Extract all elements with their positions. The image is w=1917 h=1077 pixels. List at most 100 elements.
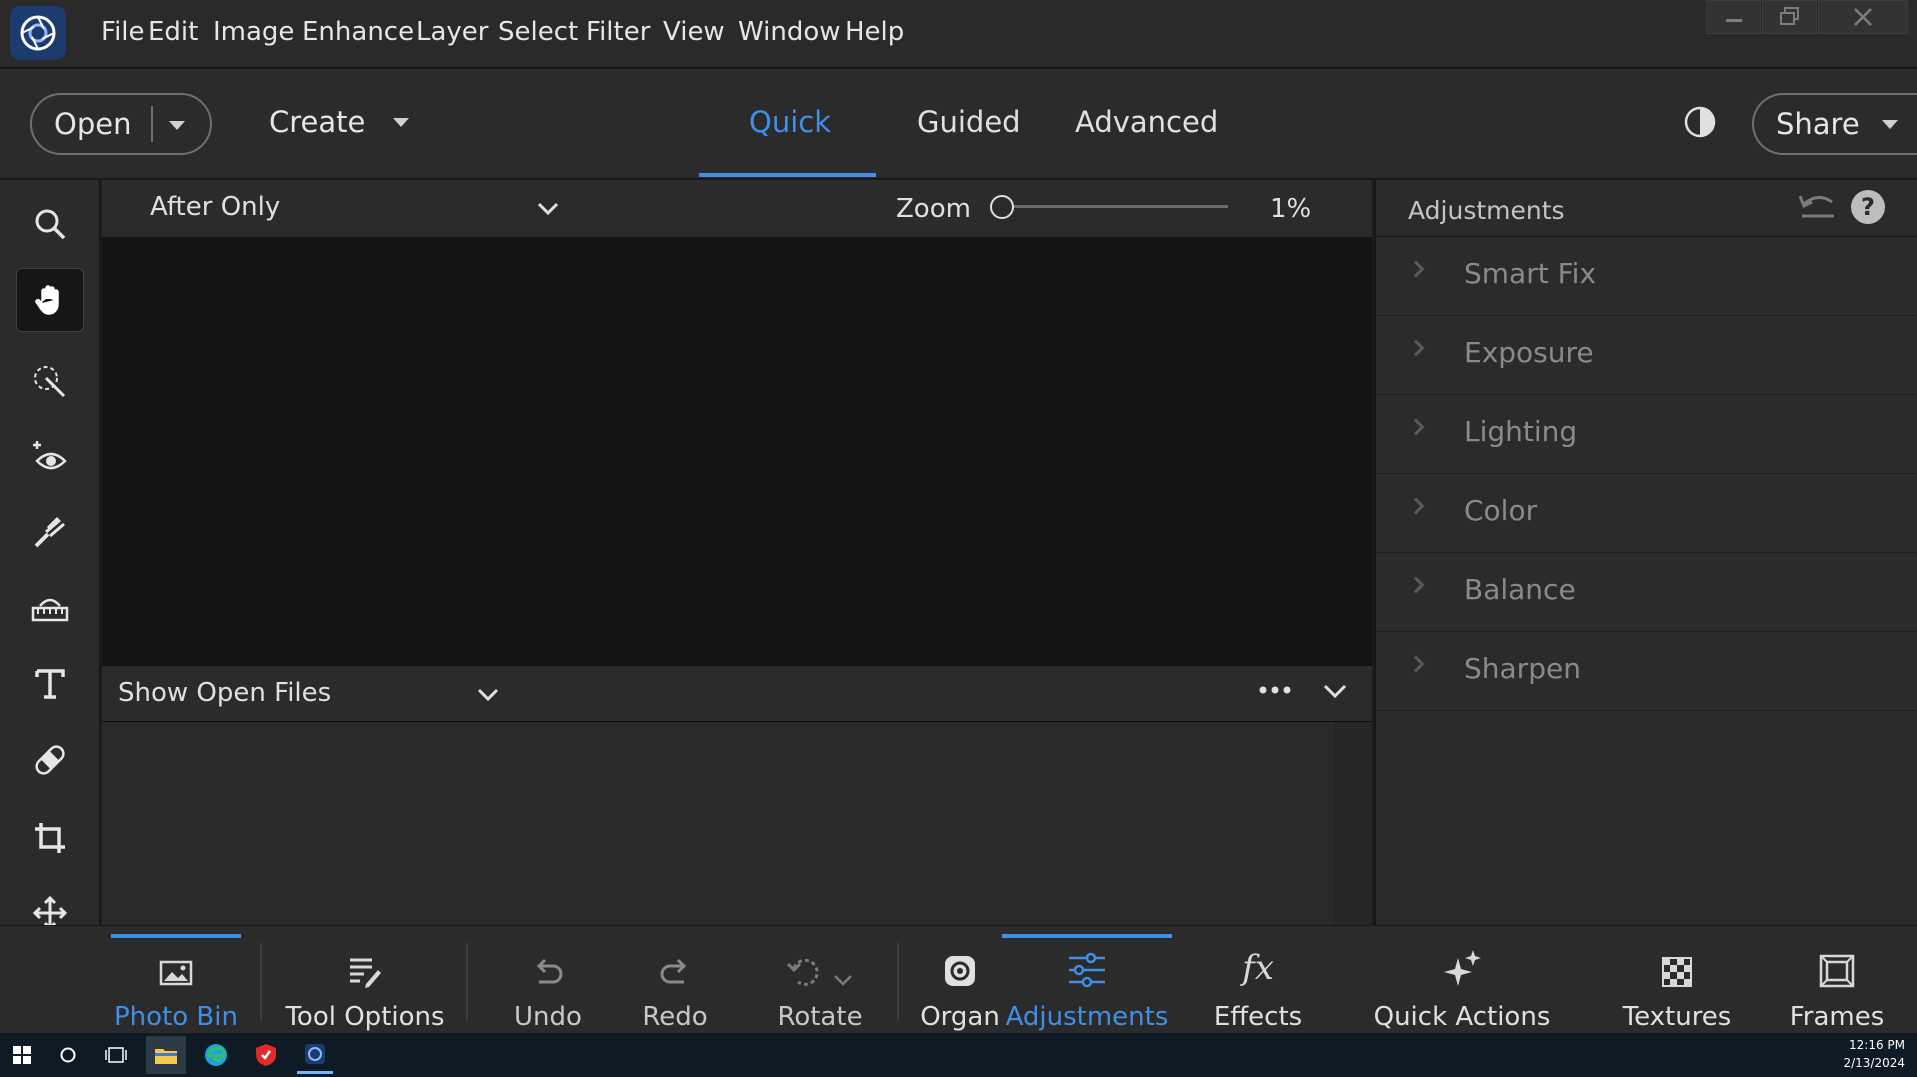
active-tab-indicator	[699, 173, 876, 177]
chevron-down-icon	[477, 688, 499, 702]
open-dropdown-button[interactable]	[169, 115, 186, 134]
open-button-group: Open	[30, 93, 212, 155]
panel-title: Adjustments	[1408, 196, 1565, 225]
os-taskbar: 12:16 PM 2/13/2024	[0, 1033, 1917, 1077]
undo-button[interactable]: Undo	[505, 926, 591, 1034]
menu-image[interactable]: Image	[213, 17, 294, 47]
task-view-icon	[105, 1047, 127, 1063]
photo-bin-scrollbar[interactable]	[1334, 722, 1372, 925]
tab-guided[interactable]: Guided	[917, 105, 1021, 139]
adjustment-balance[interactable]: Balance	[1376, 553, 1917, 632]
adjustments-button[interactable]: Adjustments	[1002, 926, 1172, 1034]
tool-options-icon	[350, 958, 381, 988]
restore-button[interactable]	[1762, 0, 1817, 34]
adjustments-panel-header: Adjustments ?	[1376, 180, 1917, 237]
theme-toggle-button[interactable]	[1683, 105, 1717, 139]
shield-icon	[256, 1044, 276, 1066]
windows-icon	[13, 1046, 31, 1064]
bin-more-button[interactable]	[1258, 680, 1292, 700]
taskbar-photoshop-elements[interactable]	[297, 1036, 333, 1074]
menu-window[interactable]: Window	[738, 17, 841, 47]
menu-bar: File Edit Image Enhance Layer Select Fil…	[0, 0, 1917, 68]
tab-quick[interactable]: Quick	[749, 105, 831, 139]
effects-label: Effects	[1213, 1002, 1303, 1032]
zoom-slider-track	[1004, 205, 1228, 208]
help-icon: ?	[1861, 193, 1875, 221]
taskbar-security-app[interactable]	[250, 1039, 282, 1071]
search-button[interactable]	[52, 1039, 84, 1071]
bin-collapse-button[interactable]	[1322, 680, 1348, 702]
menu-enhance[interactable]: Enhance	[302, 17, 414, 47]
text-icon	[35, 669, 65, 699]
frames-button[interactable]: Frames	[1786, 926, 1888, 1034]
organizer-label: Organ	[920, 1002, 1000, 1032]
taskbar-edge[interactable]	[200, 1039, 232, 1071]
menu-filter[interactable]: Filter	[586, 17, 650, 47]
photo-bin-button[interactable]: Photo Bin	[111, 926, 241, 1034]
photo-bin-icon	[159, 960, 193, 986]
textures-button[interactable]: Textures	[1620, 926, 1734, 1034]
reset-panel-button[interactable]	[1798, 190, 1838, 224]
tool-options-button[interactable]: Tool Options	[280, 926, 450, 1034]
mode-bar: Open Create Quick Guided Advanced Share	[0, 69, 1917, 179]
redo-icon	[660, 958, 687, 984]
quick-actions-button[interactable]: Quick Actions	[1370, 926, 1554, 1034]
sparkle-icon	[1444, 950, 1481, 986]
redo-button[interactable]: Redo	[630, 926, 720, 1034]
chevron-right-icon	[1407, 655, 1425, 673]
share-label: Share	[1776, 107, 1860, 141]
help-button[interactable]: ?	[1851, 190, 1885, 224]
adjustment-smart-fix[interactable]: Smart Fix	[1376, 237, 1917, 316]
menu-layer[interactable]: Layer	[416, 17, 489, 47]
redo-label: Redo	[642, 1002, 708, 1032]
hand-tool[interactable]	[16, 268, 84, 332]
photo-bin-area[interactable]	[102, 722, 1334, 925]
quick-selection-tool[interactable]	[16, 350, 84, 414]
menu-select[interactable]: Select	[498, 17, 578, 47]
create-button[interactable]: Create	[269, 105, 410, 139]
minimize-button[interactable]	[1706, 0, 1761, 34]
straighten-tool[interactable]	[16, 577, 84, 641]
tab-advanced[interactable]: Advanced	[1075, 105, 1218, 139]
organizer-button[interactable]: Organ	[920, 926, 1000, 1034]
crop-tool[interactable]	[16, 806, 84, 870]
rotate-button[interactable]: Rotate	[770, 926, 870, 1034]
image-canvas[interactable]	[102, 237, 1372, 665]
menu-edit[interactable]: Edit	[148, 17, 198, 47]
chevron-right-icon	[1407, 576, 1425, 594]
system-clock[interactable]: 12:16 PM 2/13/2024	[1843, 1036, 1905, 1072]
frames-label: Frames	[1789, 1002, 1885, 1032]
menu-file[interactable]: File	[101, 17, 145, 47]
start-button[interactable]	[6, 1039, 38, 1071]
share-button[interactable]: Share	[1752, 93, 1917, 155]
taskbar-file-explorer[interactable]	[146, 1036, 186, 1074]
zoom-tool[interactable]	[16, 192, 84, 256]
magic-wand-icon	[34, 366, 66, 398]
adjustment-color[interactable]: Color	[1376, 474, 1917, 553]
undo-label: Undo	[514, 1002, 582, 1032]
menu-view[interactable]: View	[663, 17, 725, 47]
whiten-teeth-tool[interactable]	[16, 500, 84, 564]
tools-panel	[0, 180, 100, 1033]
spot-healing-tool[interactable]	[16, 728, 84, 792]
zoom-slider-handle[interactable]	[990, 195, 1014, 219]
adjustment-sharpen[interactable]: Sharpen	[1376, 632, 1917, 711]
task-view-button[interactable]	[100, 1039, 132, 1071]
bottom-divider	[466, 943, 468, 1021]
view-mode-dropdown[interactable]: After Only	[150, 192, 560, 226]
adjustment-exposure[interactable]: Exposure	[1376, 316, 1917, 395]
clock-date: 2/13/2024	[1843, 1056, 1905, 1070]
search-icon	[35, 209, 66, 240]
adjustment-lighting[interactable]: Lighting	[1376, 395, 1917, 474]
quick-actions-label: Quick Actions	[1373, 1002, 1551, 1032]
close-button[interactable]	[1818, 0, 1908, 34]
type-tool[interactable]	[16, 652, 84, 716]
app-logo-icon	[10, 6, 66, 60]
chevron-down-icon	[834, 975, 852, 986]
red-eye-tool[interactable]	[16, 425, 84, 489]
frames-icon	[1819, 954, 1855, 988]
menu-help[interactable]: Help	[845, 17, 904, 47]
bin-source-dropdown[interactable]: Show Open Files	[118, 678, 500, 712]
open-button[interactable]: Open	[54, 107, 131, 141]
effects-button[interactable]: fx Effects	[1205, 926, 1311, 1034]
